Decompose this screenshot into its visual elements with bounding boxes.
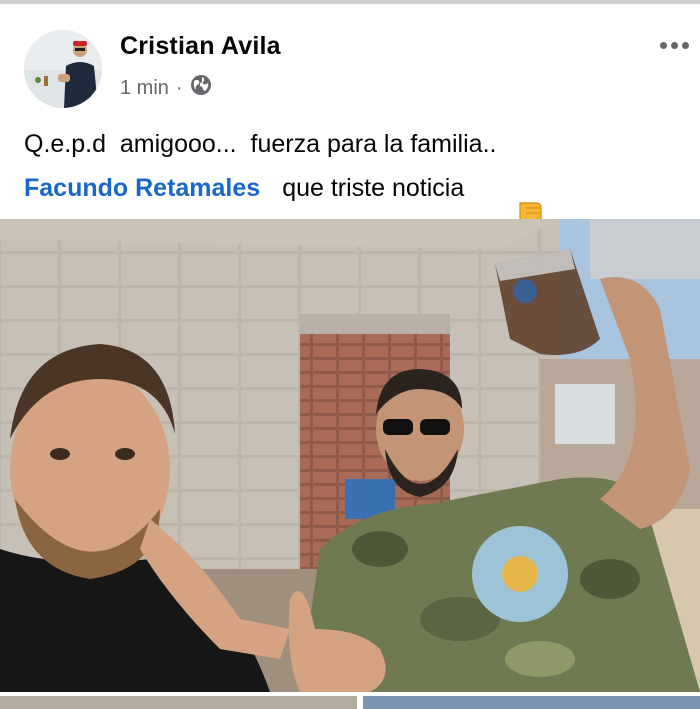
post-meta: 1 min · [120,74,212,102]
avatar[interactable] [24,30,102,108]
post-time[interactable]: 1 min [120,77,169,100]
photo-thumbnails [0,692,700,709]
thumbs-down-emoji-icon [474,171,542,233]
post-message-line2: Facundo Retamales que triste noticia [24,170,542,233]
author-name[interactable]: Cristian Avila [120,32,281,61]
post-message-line1: Q.e.p.d amigooo... fuerza para la famili… [24,130,497,158]
meta-separator: · [175,76,183,99]
post-photo[interactable] [0,219,700,692]
more-options-button[interactable] [652,30,696,60]
post-message-text: que triste noticia [282,173,465,202]
photo-thumbnail[interactable] [363,696,700,709]
globe-icon [190,74,212,102]
mention-link[interactable]: Facundo Retamales [24,174,260,203]
more-horizontal-icon [659,41,689,49]
photo-thumbnail[interactable] [0,696,357,709]
